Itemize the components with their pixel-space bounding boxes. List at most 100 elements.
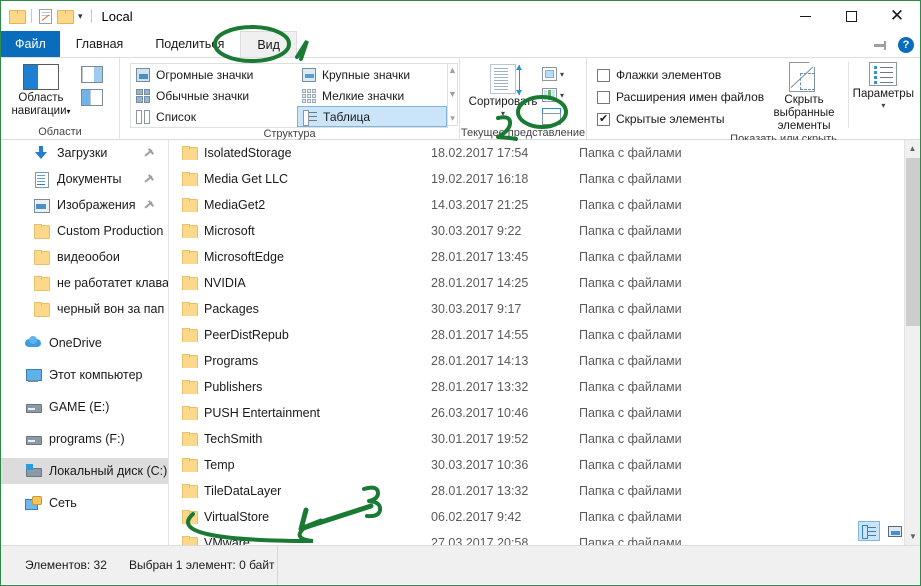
- table-row[interactable]: VMware 27.03.2017 20:58 Папка с файлами: [169, 530, 920, 545]
- option-label: Флажки элементов: [616, 68, 722, 82]
- table-row[interactable]: TechSmith 30.01.2017 19:52 Папка с файла…: [169, 426, 920, 452]
- table-row[interactable]: TileDataLayer 28.01.2017 13:32 Папка с ф…: [169, 478, 920, 504]
- add-columns-button[interactable]: ▾: [542, 85, 564, 105]
- details-pane-icon[interactable]: [81, 89, 103, 106]
- sidebar-item-downloads[interactable]: Загрузки: [1, 140, 168, 166]
- folder-icon: [181, 224, 198, 238]
- file-type-cell: Папка с файлами: [579, 250, 682, 264]
- scroll-up-icon[interactable]: ▲: [448, 66, 457, 75]
- size-all-columns-button[interactable]: [542, 106, 564, 126]
- item-checkboxes-option[interactable]: Флажки элементов: [597, 64, 764, 86]
- new-folder-icon[interactable]: [57, 9, 74, 24]
- table-row[interactable]: Media Get LLC 19.02.2017 16:18 Папка с ф…: [169, 166, 920, 192]
- help-icon[interactable]: ?: [898, 36, 914, 53]
- layout-gallery-scrollbar[interactable]: ▲ ▼ ▾: [448, 63, 458, 126]
- layout-list[interactable]: Список: [131, 106, 297, 127]
- large-icons-view-button[interactable]: [884, 521, 906, 541]
- selection-info: Выбран 1 элемент: 0 байт: [129, 558, 275, 572]
- sidebar-item-cherniy-von-za-pap[interactable]: черный вон за пап: [1, 296, 168, 322]
- sidebar-item-onedrive[interactable]: OneDrive: [1, 330, 168, 356]
- layout-gallery[interactable]: Огромные значки Крупные значки Обычные з…: [130, 63, 449, 128]
- layout-small-icons[interactable]: Мелкие значки: [297, 85, 447, 106]
- file-list[interactable]: IsolatedStorage 18.02.2017 17:54 Папка с…: [169, 140, 920, 545]
- options-button[interactable]: Параметры ▾: [853, 62, 914, 110]
- sidebar-item-pictures[interactable]: Изображения: [1, 192, 168, 218]
- close-button[interactable]: ✕: [874, 1, 920, 31]
- sort-button[interactable]: Сортировать ▾: [469, 62, 537, 118]
- sidebar-item-documents[interactable]: Документы: [1, 166, 168, 192]
- scroll-down-icon[interactable]: ▼: [905, 528, 920, 545]
- chevron-down-icon[interactable]: ▾: [77, 11, 84, 21]
- table-row[interactable]: PeerDistRepub 28.01.2017 14:55 Папка с ф…: [169, 322, 920, 348]
- tab-home[interactable]: Главная: [60, 31, 140, 57]
- checkbox-hidden-items[interactable]: [597, 112, 610, 126]
- sidebar-item-videooboi[interactable]: видеообои: [1, 244, 168, 270]
- table-row[interactable]: MicrosoftEdge 28.01.2017 13:45 Папка с ф…: [169, 244, 920, 270]
- layout-large-icons[interactable]: Крупные значки: [297, 64, 447, 85]
- table-row[interactable]: VirtualStore 06.02.2017 9:42 Папка с фай…: [169, 504, 920, 530]
- chevron-down-icon[interactable]: ▾: [881, 101, 885, 110]
- sidebar-item-network[interactable]: Сеть: [1, 490, 168, 516]
- checkbox-file-extensions[interactable]: [597, 90, 610, 104]
- sidebar-item-game-e[interactable]: GAME (E:): [1, 394, 168, 420]
- tab-file[interactable]: Файл: [1, 31, 60, 57]
- scroll-up-icon[interactable]: ▲: [905, 140, 920, 157]
- chevron-down-icon[interactable]: ▾: [560, 70, 564, 79]
- chevron-down-icon[interactable]: ▾: [560, 91, 564, 100]
- checkbox-item-checkboxes[interactable]: [597, 68, 610, 82]
- table-row[interactable]: MediaGet2 14.03.2017 21:25 Папка с файла…: [169, 192, 920, 218]
- folder-icon[interactable]: [9, 9, 26, 24]
- table-row[interactable]: Temp 30.03.2017 10:36 Папка с файлами: [169, 452, 920, 478]
- file-name: NVIDIA: [204, 276, 246, 290]
- table-row[interactable]: NVIDIA 28.01.2017 14:25 Папка с файлами: [169, 270, 920, 296]
- hide-selected-items-button[interactable]: Скрыть выбранные элементы: [764, 62, 844, 133]
- details-view-button[interactable]: [858, 521, 880, 541]
- tab-view[interactable]: Вид: [240, 31, 297, 57]
- sidebar-item-custom-production[interactable]: Custom Production: [1, 218, 168, 244]
- separator: [90, 9, 92, 23]
- collapse-ribbon-icon[interactable]: [872, 39, 888, 51]
- minimize-button[interactable]: [782, 1, 828, 31]
- gallery-expand-icon[interactable]: ▾: [450, 114, 455, 123]
- layout-medium-icons[interactable]: Обычные значки: [131, 85, 297, 106]
- file-name: Media Get LLC: [204, 172, 289, 186]
- hidden-items-option[interactable]: Скрытые элементы: [597, 108, 764, 130]
- layout-huge-icons[interactable]: Огромные значки: [131, 64, 297, 85]
- file-list-scrollbar[interactable]: ▲ ▼: [904, 140, 920, 545]
- title-bar: ▾ Local ✕: [1, 1, 920, 31]
- file-type-cell: Папка с файлами: [579, 536, 682, 545]
- preview-pane-icon[interactable]: [81, 66, 103, 83]
- table-row[interactable]: IsolatedStorage 18.02.2017 17:54 Папка с…: [169, 140, 920, 166]
- scroll-down-icon[interactable]: ▼: [448, 90, 457, 99]
- maximize-button[interactable]: [828, 1, 874, 31]
- layout-label: Таблица: [323, 109, 371, 124]
- table-row[interactable]: Microsoft 30.03.2017 9:22 Папка с файлам…: [169, 218, 920, 244]
- file-type-cell: Папка с файлами: [579, 276, 682, 290]
- navigation-pane-button[interactable]: Область навигации▾: [7, 62, 75, 118]
- folder-icon: [181, 302, 198, 316]
- layout-details[interactable]: Таблица: [297, 106, 448, 127]
- table-row[interactable]: Programs 28.01.2017 14:13 Папка с файлам…: [169, 348, 920, 374]
- pin-icon[interactable]: [143, 199, 155, 211]
- large-icons-icon: [302, 67, 317, 82]
- pin-icon[interactable]: [143, 147, 155, 159]
- sidebar-item-ne-rabotatet-klava[interactable]: не работатет клава: [1, 270, 168, 296]
- properties-icon[interactable]: [39, 8, 52, 24]
- pin-icon[interactable]: [143, 173, 155, 185]
- tab-share[interactable]: Поделиться: [139, 31, 240, 57]
- sidebar-item-this-pc[interactable]: Этот компьютер: [1, 362, 168, 388]
- group-by-button[interactable]: ▾: [542, 64, 564, 84]
- file-date-cell: 26.03.2017 10:46: [431, 406, 529, 420]
- chevron-down-icon[interactable]: ▾: [67, 107, 71, 116]
- quick-access-toolbar[interactable]: ▾: [9, 8, 94, 24]
- scrollbar-thumb[interactable]: [906, 158, 920, 326]
- sidebar-item-local-disk-c[interactable]: Локальный диск (C:): [1, 458, 168, 484]
- table-row[interactable]: Packages 30.03.2017 9:17 Папка с файлами: [169, 296, 920, 322]
- sidebar-item-programs-f[interactable]: programs (F:): [1, 426, 168, 452]
- table-row[interactable]: PUSH Entertainment 26.03.2017 10:46 Папк…: [169, 400, 920, 426]
- file-extensions-option[interactable]: Расширения имен файлов: [597, 86, 764, 108]
- table-row[interactable]: Publishers 28.01.2017 13:32 Папка с файл…: [169, 374, 920, 400]
- chevron-down-icon[interactable]: ▾: [501, 109, 505, 118]
- sidebar-item-label: черный вон за пап: [57, 302, 165, 316]
- folder-icon: [181, 354, 198, 368]
